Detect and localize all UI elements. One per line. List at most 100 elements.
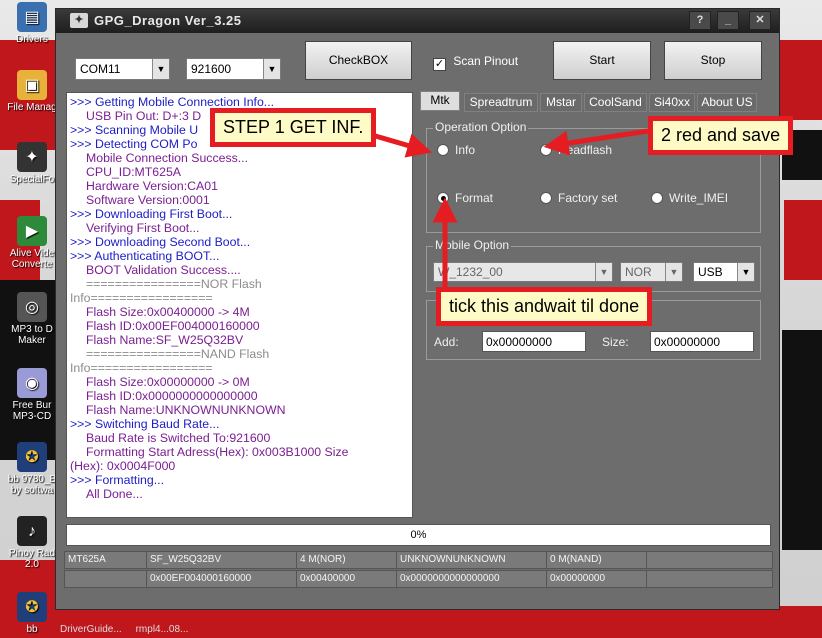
desktop-icon-file-manager[interactable]: ▣ File Manag: [4, 70, 60, 113]
window-title: GPG_Dragon Ver_3.25: [94, 13, 242, 28]
radio-button[interactable]: [437, 144, 449, 156]
checkbox-button[interactable]: CheckBOX: [305, 41, 412, 80]
log-line: >>> Authenticating BOOT...: [70, 249, 220, 263]
taskbar-item[interactable]: rmpl4...08...: [136, 624, 189, 635]
folder-icon: ▣: [17, 70, 47, 100]
title-bar[interactable]: ✦ GPG_Dragon Ver_3.25 ? _ ✕: [56, 9, 779, 33]
microphone-icon: ♪: [17, 516, 47, 546]
log-line: Info=================: [70, 361, 213, 375]
log-line: All Done...: [86, 487, 143, 501]
progress-text: 0%: [410, 529, 427, 541]
log-line: Formatting Start Adress(Hex): 0x003B1000…: [86, 445, 349, 459]
add-field[interactable]: 0x00000000: [482, 331, 586, 352]
app-logo-icon: ✦: [70, 13, 88, 28]
tab-coolsand[interactable]: CoolSand: [584, 93, 647, 112]
radio-readflash[interactable]: Readflash: [540, 143, 612, 157]
log-output[interactable]: >>> Getting Mobile Connection Info... USB…: [66, 92, 413, 518]
desktop-icon-free-burn[interactable]: ◉ Free Bur MP3-CD: [4, 368, 60, 422]
chevron-down-icon[interactable]: ▼: [665, 263, 682, 281]
status-nand-id: 0x0000000000000000: [396, 570, 548, 588]
radio-button[interactable]: [540, 192, 552, 204]
stop-button[interactable]: Stop: [664, 41, 762, 80]
status-nor-hex-size: 0x00400000: [296, 570, 398, 588]
status-extra: [646, 551, 773, 569]
status-flash-name: SF_W25Q32BV: [146, 551, 298, 569]
log-line: >>> Getting Mobile Connection Info...: [70, 95, 275, 109]
desktop-icon-specialforce[interactable]: ✦ SpecialFo: [4, 142, 60, 185]
log-line: Verifying First Boot...: [86, 221, 200, 235]
radio-button[interactable]: [651, 192, 663, 204]
scan-pinout-checkbox[interactable]: ✓: [433, 58, 446, 71]
status-cpu: MT625A: [64, 551, 148, 569]
help-icon[interactable]: ?: [689, 11, 711, 30]
desktop-icon-bb[interactable]: ✪ bb: [4, 592, 60, 635]
mobile-model-select[interactable]: W_1232_00 ▼: [433, 262, 613, 282]
desktop-icon-drivers[interactable]: ▤ Drivers: [4, 2, 60, 45]
log-line: ================NOR Flash: [86, 277, 262, 291]
flash-type-select[interactable]: NOR ▼: [620, 262, 683, 282]
app-window: ✦ GPG_Dragon Ver_3.25 ? _ ✕ COM11 ▼ 9216…: [55, 8, 780, 610]
radio-factory-set[interactable]: Factory set: [540, 191, 617, 205]
connection-select[interactable]: USB ▼: [693, 262, 755, 282]
badge-icon: ✪: [17, 442, 47, 472]
wallpaper-graphic: [784, 200, 822, 280]
tab-mtk[interactable]: Mtk: [420, 91, 460, 111]
progress-bar: 0%: [66, 524, 771, 546]
desktop-icon-mp3-maker[interactable]: ◎ MP3 to D Maker: [4, 292, 60, 346]
taskbar-labels: DriverGuide... rmpl4...08...: [60, 624, 188, 635]
tab-about-us[interactable]: About US: [697, 93, 757, 112]
com-port-select[interactable]: COM11 ▼: [75, 58, 170, 80]
status-nand-name: UNKNOWNUNKNOWN: [396, 551, 548, 569]
status-nand-hex-size: 0x00000000: [546, 570, 648, 588]
close-button[interactable]: ✕: [749, 11, 771, 30]
minimize-button[interactable]: _: [717, 11, 739, 30]
annotation-step1: STEP 1 GET INF.: [210, 108, 377, 147]
chevron-down-icon[interactable]: ▼: [263, 59, 280, 79]
chevron-down-icon[interactable]: ▼: [737, 263, 754, 281]
radio-write-imei[interactable]: Write_IMEI: [651, 191, 728, 205]
size-field[interactable]: 0x00000000: [650, 331, 754, 352]
log-line: >>> Downloading First Boot...: [70, 207, 233, 221]
radio-button-selected[interactable]: [437, 192, 449, 204]
log-line: Baud Rate is Switched To:921600: [86, 431, 271, 445]
scan-pinout-label: Scan Pinout: [453, 54, 519, 68]
annotation-step2: 2 red and save: [648, 116, 794, 155]
radio-info[interactable]: Info: [437, 143, 475, 157]
tab-spreadtrum[interactable]: Spreadtrum: [464, 93, 538, 112]
size-label: Size:: [602, 335, 629, 349]
baud-rate-select[interactable]: 921600 ▼: [186, 58, 281, 80]
log-line: Flash Size:0x00400000 -> 4M: [86, 305, 250, 319]
log-line: Flash Size:0x00000000 -> 0M: [86, 375, 250, 389]
cd-icon: ◉: [17, 368, 47, 398]
log-line: ================NAND Flash: [86, 347, 270, 361]
log-line: (Hex): 0x0004F000: [70, 459, 176, 473]
log-line: Flash Name:UNKNOWNUNKNOWN: [86, 403, 286, 417]
annotation-step3: tick this andwait til done: [436, 287, 653, 326]
badge-icon: ✪: [17, 592, 47, 622]
log-line: Mobile Connection Success...: [86, 151, 248, 165]
radio-button[interactable]: [540, 144, 552, 156]
start-button[interactable]: Start: [553, 41, 651, 80]
desktop-icon-bb-9780[interactable]: ✪ bb 9780_B by softwa: [4, 442, 60, 496]
status-nor-id: 0x00EF004000160000: [146, 570, 298, 588]
log-line: Flash ID:0x00EF004000160000: [86, 319, 260, 333]
chevron-down-icon[interactable]: ▼: [152, 59, 169, 79]
radio-format[interactable]: Format: [437, 191, 493, 205]
taskbar-item[interactable]: DriverGuide...: [60, 624, 122, 635]
desktop-icon-pinoy-radio[interactable]: ♪ Pinoy Rad 2.0: [4, 516, 60, 570]
status-extra-2: [646, 570, 773, 588]
log-line: Flash Name:SF_W25Q32BV: [86, 333, 244, 347]
tab-si40xx[interactable]: Si40xx: [649, 93, 695, 112]
log-line: Software Version:0001: [86, 193, 210, 207]
log-line: Info=================: [70, 291, 213, 305]
tab-mstar[interactable]: Mstar: [540, 93, 582, 112]
log-line: >>> Formatting...: [70, 473, 164, 487]
scan-pinout-option[interactable]: ✓ Scan Pinout: [433, 54, 518, 71]
operation-option-label: Operation Option: [433, 120, 529, 134]
status-nand-size: 0 M(NAND): [546, 551, 648, 569]
mobile-option-group: Mobile Option W_1232_00 ▼ NOR ▼ USB ▼: [426, 238, 761, 292]
desktop-icon-video-converter[interactable]: ▶ Alive Vide Converte: [4, 216, 60, 270]
log-line: >>> Switching Baud Rate...: [70, 417, 220, 431]
chevron-down-icon[interactable]: ▼: [595, 263, 612, 281]
folder-icon: ▤: [17, 2, 47, 32]
